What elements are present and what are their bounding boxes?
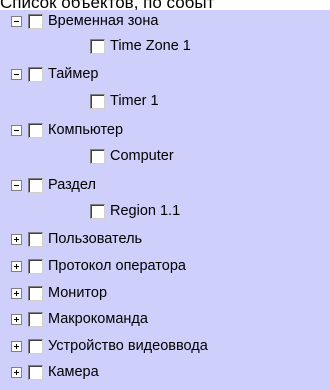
expand-icon[interactable] [11, 340, 22, 352]
tree-item-user[interactable]: Пользователь [11, 229, 142, 249]
tree-item-label: Пользователь [48, 231, 143, 247]
tree-item-label: Временная зона [48, 13, 159, 29]
object-tree: Временная зона Time Zone 1 Таймер Timer … [0, 10, 330, 390]
expand-icon[interactable] [11, 366, 22, 378]
expand-icon[interactable] [11, 260, 22, 272]
tree-item-timer-1[interactable]: Timer 1 [90, 91, 159, 111]
tree-item-label: Computer [110, 148, 174, 164]
collapse-icon[interactable] [11, 179, 22, 191]
tree-item-label: Устройство видеоввода [48, 338, 208, 354]
checkbox[interactable] [90, 38, 105, 54]
tree-item-label: Раздел [48, 177, 96, 193]
collapse-icon[interactable] [11, 68, 22, 80]
checkbox[interactable] [90, 148, 105, 164]
tree-item-region-1-1[interactable]: Region 1.1 [90, 201, 180, 221]
expand-icon[interactable] [11, 287, 22, 299]
checkbox[interactable] [28, 258, 43, 274]
tree-item-monitor[interactable]: Монитор [11, 283, 107, 303]
expand-icon[interactable] [11, 233, 22, 245]
collapse-icon[interactable] [11, 124, 22, 136]
tree-item-label: Протокол оператора [48, 258, 186, 274]
tree-item-video-capture-device[interactable]: Устройство видеоввода [11, 336, 208, 356]
checkbox[interactable] [28, 13, 43, 29]
tree-item-region[interactable]: Раздел [11, 175, 96, 195]
tree-item-label: Компьютер [48, 122, 124, 138]
tree-item-macro[interactable]: Макрокоманда [11, 309, 148, 329]
checkbox[interactable] [28, 66, 43, 82]
checkbox[interactable] [28, 311, 43, 327]
collapse-icon[interactable] [11, 15, 22, 27]
tree-item-label: Макрокоманда [48, 311, 148, 327]
checkbox[interactable] [28, 338, 43, 354]
tree-item-label: Таймер [48, 66, 99, 82]
checkbox[interactable] [90, 203, 105, 219]
tree-item-computer[interactable]: Компьютер [11, 120, 123, 140]
checkbox[interactable] [28, 177, 43, 193]
tree-item-time-zone-1[interactable]: Time Zone 1 [90, 36, 191, 56]
checkbox[interactable] [28, 122, 43, 138]
tree-item-time-zone[interactable]: Временная зона [11, 11, 158, 31]
tree-item-label: Region 1.1 [110, 203, 181, 219]
checkbox[interactable] [28, 285, 43, 301]
tree-item-label: Timer 1 [110, 93, 159, 109]
tree-item-operator-log[interactable]: Протокол оператора [11, 256, 186, 276]
checkbox[interactable] [90, 93, 105, 109]
tree-item-label: Time Zone 1 [110, 38, 191, 54]
checkbox[interactable] [28, 364, 43, 380]
tree-item-computer-child[interactable]: Computer [90, 146, 174, 166]
tree-item-timer[interactable]: Таймер [11, 64, 98, 84]
expand-icon[interactable] [11, 313, 22, 325]
tree-item-camera[interactable]: Камера [11, 362, 99, 382]
tree-item-label: Камера [48, 364, 99, 380]
tree-item-label: Монитор [48, 285, 108, 301]
checkbox[interactable] [28, 231, 43, 247]
